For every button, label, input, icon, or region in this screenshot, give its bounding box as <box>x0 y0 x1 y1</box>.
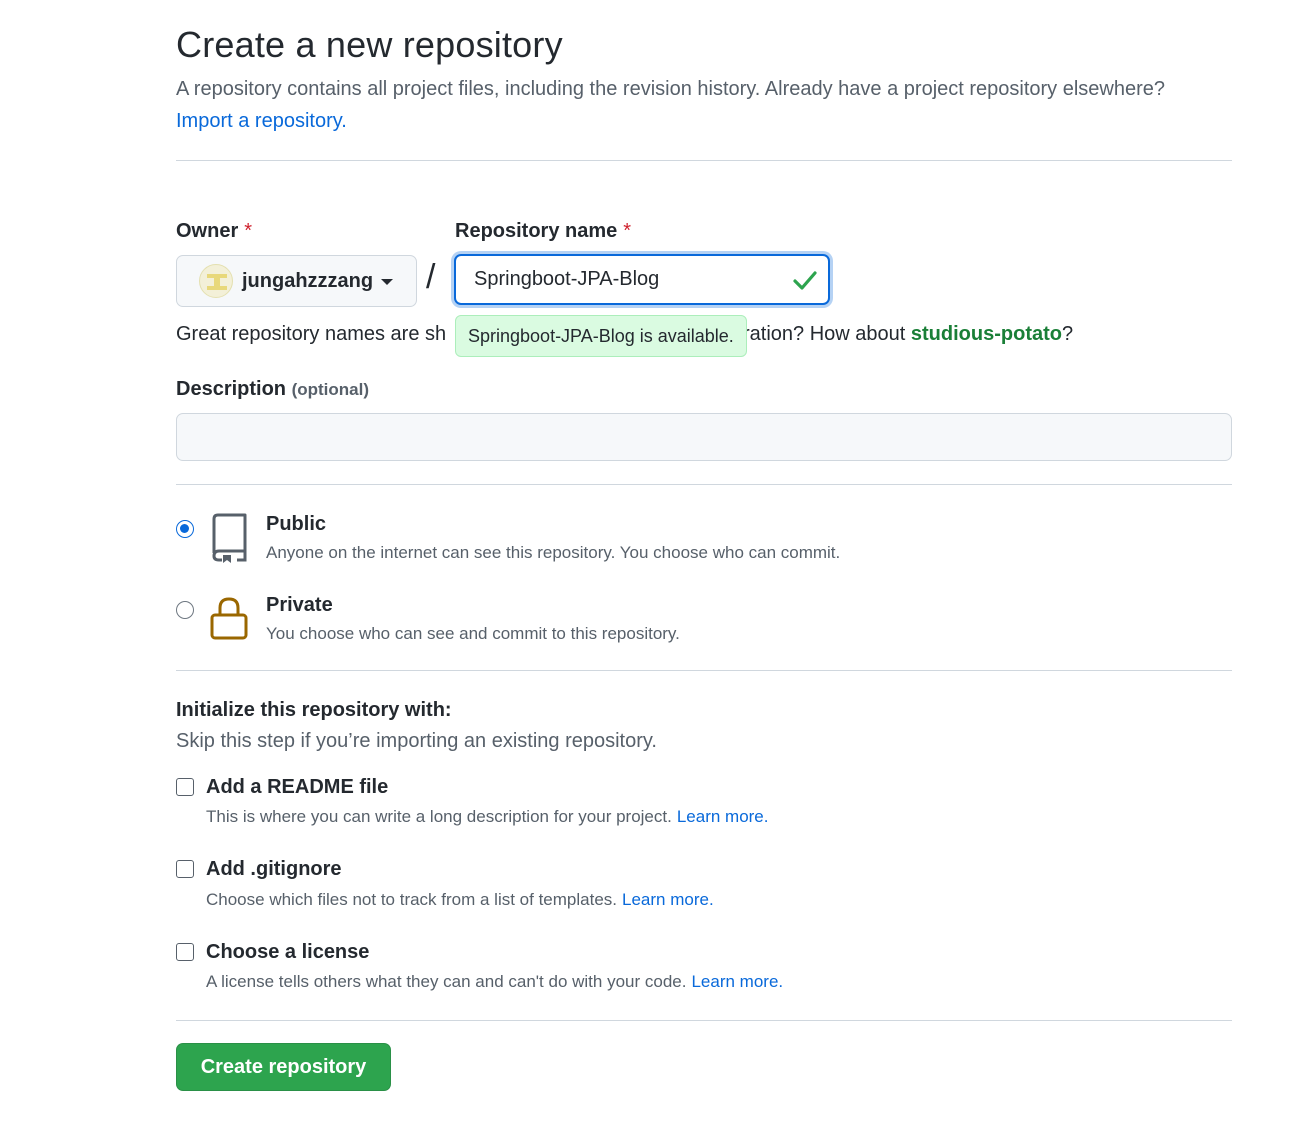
availability-tooltip: Springboot-JPA-Blog is available. <box>455 315 747 357</box>
private-title: Private <box>266 594 333 616</box>
owner-label-text: Owner <box>176 220 239 242</box>
gitignore-learn-more-link[interactable]: Learn more. <box>622 890 714 909</box>
readme-description: This is where you can write a long descr… <box>206 807 769 827</box>
required-mark: * <box>623 220 632 242</box>
readme-checkbox[interactable] <box>176 778 194 796</box>
lock-icon <box>210 597 248 640</box>
gitignore-desc-text: Choose which files not to track from a l… <box>206 890 618 909</box>
license-checkbox[interactable] <box>176 943 194 961</box>
private-radio[interactable] <box>176 601 194 619</box>
repo-icon <box>212 513 247 563</box>
public-title: Public <box>266 513 327 535</box>
divider <box>176 160 1232 161</box>
description-label: Description (optional) <box>176 378 369 401</box>
optional-tag: (optional) <box>291 380 370 399</box>
gitignore-description: Choose which files not to track from a l… <box>206 890 714 910</box>
license-desc-text: A license tells others what they can and… <box>206 972 687 991</box>
divider <box>176 670 1232 671</box>
license-description: A license tells others what they can and… <box>206 972 783 992</box>
caret-down-icon <box>381 279 394 285</box>
private-description: You choose who can see and commit to thi… <box>266 624 680 643</box>
license-learn-more-link[interactable]: Learn more. <box>691 972 783 991</box>
description-input[interactable] <box>176 413 1232 461</box>
initialize-title: Initialize this repository with: <box>176 699 452 721</box>
public-description: Anyone on the internet can see this repo… <box>266 543 841 562</box>
license-title: Choose a license <box>206 941 370 963</box>
hint-suffix-text: ration? How about <box>743 323 911 345</box>
readme-title: Add a README file <box>206 776 389 798</box>
repository-name-label: Repository name * <box>455 220 631 243</box>
gitignore-checkbox[interactable] <box>176 860 194 878</box>
hint-prefix: Great repository names are sh <box>176 323 447 345</box>
check-icon <box>793 271 817 290</box>
suggested-name-link[interactable]: studious-potato <box>911 323 1062 345</box>
owner-select-button[interactable]: jungahzzzang <box>176 255 417 307</box>
gitignore-title: Add .gitignore <box>206 858 342 880</box>
owner-label: Owner * <box>176 220 252 243</box>
initialize-subtitle: Skip this step if you’re importing an ex… <box>176 730 657 752</box>
divider <box>176 1020 1232 1021</box>
owner-repo-separator: / <box>426 258 436 296</box>
page-title: Create a new repository <box>176 24 563 65</box>
page-subtitle: A repository contains all project files,… <box>176 73 1232 137</box>
repository-name-value: Springboot-JPA-Blog <box>474 268 660 290</box>
repository-name-label-text: Repository name <box>455 220 618 242</box>
hint-end: ? <box>1061 323 1074 345</box>
repository-name-input[interactable]: Springboot-JPA-Blog <box>454 254 830 305</box>
subtitle-text: A repository contains all project files,… <box>176 78 1166 100</box>
readme-learn-more-link[interactable]: Learn more. <box>677 807 769 826</box>
hint-suffix: ration? How about studious-potato? <box>743 323 1073 346</box>
required-mark: * <box>244 220 253 242</box>
public-radio[interactable] <box>176 520 194 538</box>
create-repository-button[interactable]: Create repository <box>176 1043 391 1091</box>
divider <box>176 484 1232 485</box>
owner-name: jungahzzzang <box>242 269 374 292</box>
import-repository-link[interactable]: Import a repository. <box>176 110 347 132</box>
readme-desc-text: This is where you can write a long descr… <box>206 807 672 826</box>
avatar <box>199 264 233 298</box>
description-label-text: Description <box>176 378 287 400</box>
